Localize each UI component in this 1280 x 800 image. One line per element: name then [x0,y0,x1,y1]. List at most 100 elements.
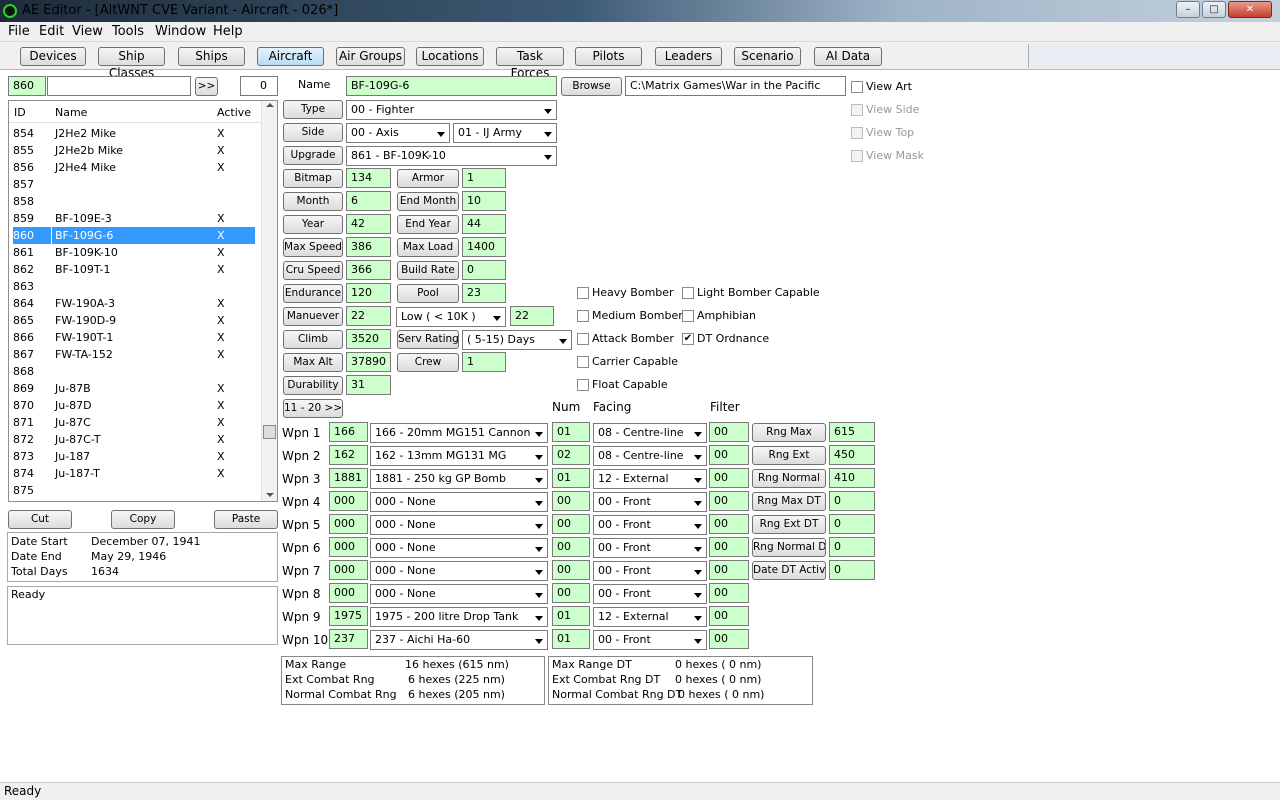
menu-file[interactable]: File [8,24,30,39]
armor-button[interactable]: Armor [397,169,459,188]
serv-rating-select[interactable]: ( 5-15) Days [462,330,572,350]
list-item[interactable]: 858 [13,193,255,210]
menu-window[interactable]: Window [155,24,206,39]
tab-leaders[interactable]: Leaders [655,47,722,66]
capability-checkbox[interactable] [577,333,589,345]
serv-rating-button[interactable]: Serv Rating [397,330,459,349]
max-alt-field[interactable]: 37890 [346,352,391,372]
weapon-facing-select[interactable]: 12 - External [593,469,707,489]
capability-checkbox[interactable] [577,379,589,391]
view-option-checkbox[interactable] [851,104,863,116]
range-button[interactable]: Rng Max [752,423,826,442]
weapon-filter-field[interactable]: 00 [709,422,749,442]
name-field[interactable]: BF-109G-6 [346,76,557,96]
range-field[interactable]: 0 [829,560,875,580]
weapon-id-field[interactable]: 000 [329,514,368,534]
list-item[interactable]: 866 FW-190T-1 X [13,329,255,346]
tab-scenario[interactable]: Scenario [734,47,801,66]
copy-button[interactable]: Copy [111,510,175,529]
max-speed-button[interactable]: Max Speed [283,238,343,257]
list-item[interactable]: 872 Ju-87C-T X [13,431,255,448]
menu-help[interactable]: Help [213,24,243,39]
range-field[interactable]: 615 [829,422,875,442]
weapon-device-select[interactable]: 166 - 20mm MG151 Cannon [370,423,548,443]
weapon-filter-field[interactable]: 00 [709,537,749,557]
header-active[interactable]: Active [217,106,251,119]
list-item[interactable]: 870 Ju-87D X [13,397,255,414]
weapon-filter-field[interactable]: 00 [709,606,749,626]
weapon-id-field[interactable]: 166 [329,422,368,442]
tab-air-groups[interactable]: Air Groups [336,47,405,66]
list-item[interactable]: 869 Ju-87B X [13,380,255,397]
tab-pilots[interactable]: Pilots [575,47,642,66]
weapon-num-field[interactable]: 01 [552,629,590,649]
list-item[interactable]: 856 J2He4 Mike X [13,159,255,176]
capability-checkbox[interactable] [682,287,694,299]
weapon-device-select[interactable]: 1975 - 200 litre Drop Tank [370,607,548,627]
upgrade-button[interactable]: Upgrade [283,146,343,165]
weapon-num-field[interactable]: 00 [552,583,590,603]
weapon-facing-select[interactable]: 00 - Front [593,538,707,558]
weapon-num-field[interactable]: 00 [552,491,590,511]
weapon-facing-select[interactable]: 12 - External [593,607,707,627]
capability-checkbox[interactable] [577,356,589,368]
paste-button[interactable]: Paste [214,510,278,529]
weapon-facing-select[interactable]: 00 - Front [593,561,707,581]
tab-devices[interactable]: Devices [20,47,86,66]
list-item[interactable]: 855 J2He2b Mike X [13,142,255,159]
weapon-id-field[interactable]: 000 [329,583,368,603]
pool-field[interactable]: 23 [462,283,506,303]
weapon-device-select[interactable]: 1881 - 250 kg GP Bomb [370,469,548,489]
weapon-filter-field[interactable]: 00 [709,491,749,511]
weapon-device-select[interactable]: 000 - None [370,538,548,558]
end-month-field[interactable]: 10 [462,191,506,211]
crew-field[interactable]: 1 [462,352,506,372]
weapon-num-field[interactable]: 00 [552,537,590,557]
close-button[interactable]: ✕ [1228,1,1272,18]
manuever-field[interactable]: 22 [346,306,391,326]
range-field[interactable]: 0 [829,491,875,511]
upgrade-select[interactable]: 861 - BF-109K-10 [346,146,557,166]
range-button[interactable]: Rng Normal [752,469,826,488]
type-select[interactable]: 00 - Fighter [346,100,557,120]
list-item[interactable]: 861 BF-109K-10 X [13,244,255,261]
weapon-facing-select[interactable]: 08 - Centre-line [593,446,707,466]
range-field[interactable]: 0 [829,537,875,557]
weapon-num-field[interactable]: 01 [552,422,590,442]
list-item[interactable]: 867 FW-TA-152 X [13,346,255,363]
range-button[interactable]: Rng Ext [752,446,826,465]
max-load-field[interactable]: 1400 [462,237,506,257]
tab-ship-classes[interactable]: Ship Classes [98,47,165,80]
weapon-facing-select[interactable]: 00 - Front [593,630,707,650]
menu-edit[interactable]: Edit [39,24,64,39]
list-item[interactable]: 871 Ju-87C X [13,414,255,431]
tab-ships[interactable]: Ships [178,47,245,66]
range-field[interactable]: 0 [829,514,875,534]
list-item[interactable]: 857 [13,176,255,193]
minimize-button[interactable]: – [1176,1,1200,18]
max-alt-button[interactable]: Max Alt [283,353,343,372]
manuever-button[interactable]: Manuever [283,307,343,326]
view-option-checkbox[interactable] [851,81,863,93]
scrollbar-thumb[interactable] [263,425,276,439]
weapon-device-select[interactable]: 162 - 13mm MG131 MG [370,446,548,466]
tab-locations[interactable]: Locations [416,47,484,66]
search-go-button[interactable]: >> [195,77,218,96]
weapon-facing-select[interactable]: 00 - Front [593,515,707,535]
weapon-filter-field[interactable]: 00 [709,445,749,465]
browse-button[interactable]: Browse [561,77,622,96]
bitmap-field[interactable]: 134 [346,168,391,188]
endurance-field[interactable]: 120 [346,283,391,303]
list-item[interactable]: 854 J2He2 Mike X [13,125,255,142]
id-search-field[interactable]: 860 [8,76,46,96]
altitude-band-select[interactable]: Low ( < 10K ) [396,307,506,327]
range-button[interactable]: Rng Ext DT [752,515,826,534]
name-search-field[interactable] [47,76,191,96]
climb-button[interactable]: Climb [283,330,343,349]
weapons-page-button[interactable]: 11 - 20 >> [283,399,343,418]
cut-button[interactable]: Cut [8,510,72,529]
year-button[interactable]: Year [283,215,343,234]
end-year-button[interactable]: End Year [397,215,459,234]
type-button[interactable]: Type [283,100,343,119]
climb-field[interactable]: 3520 [346,329,391,349]
